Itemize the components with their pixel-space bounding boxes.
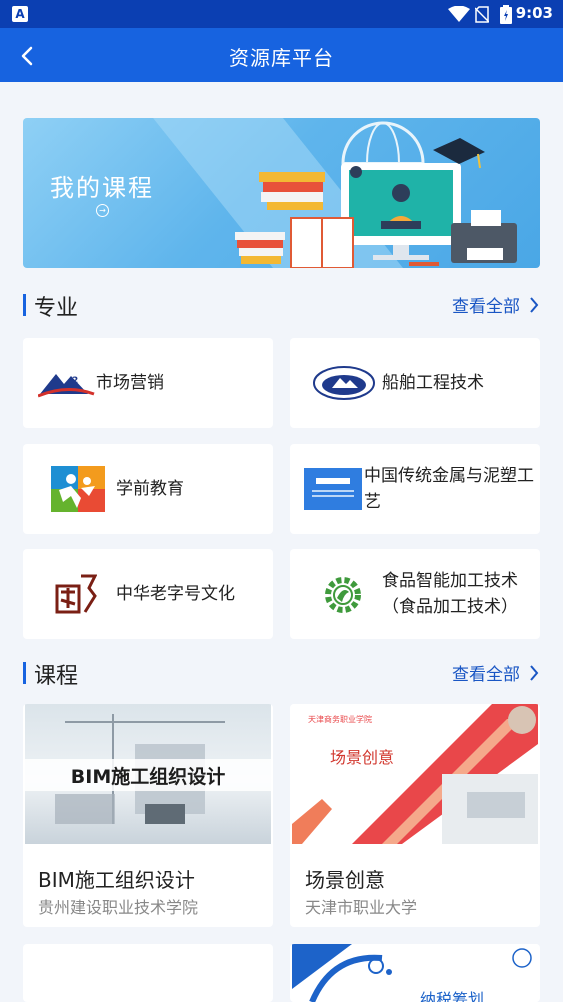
my-courses-banner[interactable]: 我的课程 → (23, 118, 540, 268)
major-card[interactable]: 2 市场营销 (23, 338, 273, 428)
major-name: 中华老字号文化 (116, 584, 235, 604)
course-thumbnail-title: 纳税筹划 (420, 990, 485, 1002)
clock: 9:03 (515, 4, 553, 22)
battery-icon (500, 5, 512, 24)
majors-view-all-link[interactable]: 查看全部 (452, 292, 520, 317)
wifi-icon (448, 6, 470, 22)
chevron-right-icon[interactable] (528, 663, 540, 683)
course-thumbnail: BIM施工组织设计 (25, 704, 271, 844)
section-accent-bar (23, 662, 26, 684)
courses-view-all-link[interactable]: 查看全部 (452, 660, 520, 685)
course-school: 天津市职业大学 (305, 898, 418, 917)
course-name: BIM施工组织设计 (38, 868, 195, 892)
majors-section-title: 专业 (34, 296, 79, 321)
major-name: 市场营销 (96, 373, 164, 393)
majors-section-header: 专业 查看全部 (23, 290, 540, 321)
course-thumbnail-title: BIM施工组织设计 (70, 766, 226, 788)
oval-school-emblem-icon (313, 366, 375, 400)
course-name: 场景创意 (305, 868, 385, 892)
arrow-right-circle-icon: → (96, 204, 109, 217)
seal-character-logo-icon (55, 574, 97, 614)
major-name: 学前教育 (116, 479, 184, 499)
status-bar: A 9:03 (0, 0, 563, 28)
no-sim-icon (475, 6, 489, 23)
courses-section-title: 课程 (34, 664, 79, 689)
major-name: 船舶工程技术 (382, 373, 484, 393)
course-thumbnail: 天津商务职业学院 场景创意 (292, 704, 538, 844)
section-accent-bar (23, 294, 26, 316)
courses-section-header: 课程 查看全部 (23, 658, 540, 689)
major-card[interactable]: 中国传统金属与泥塑工艺 (290, 444, 540, 534)
major-name: 食品智能加工技术（食品加工技术） (382, 571, 518, 617)
major-card[interactable]: 学前教育 (23, 444, 273, 534)
course-thumbnail: 纳税筹划 (292, 944, 538, 1002)
resource-banner-logo-icon (304, 468, 362, 510)
major-name: 中国传统金属与泥塑工艺 (364, 466, 534, 512)
page-title: 资源库平台 (229, 46, 334, 70)
main-content: 我的课程 → 专业 查看全部 2 市场营销 船舶工程技术 学前教育 中国传统金属… (0, 82, 563, 1002)
course-thumbnail-title: 场景创意 (330, 748, 395, 767)
course-school: 贵州建设职业技术学院 (38, 898, 199, 917)
course-card[interactable]: 天津商务职业学院 场景创意 场景创意 天津市职业大学 (290, 704, 540, 927)
course-thumbnail-school: 天津商务职业学院 (308, 715, 372, 724)
app-bar: 资源库平台 (0, 28, 563, 82)
mountain-logo-icon: 2 (38, 374, 95, 398)
banner-title: 我的课程 (50, 174, 154, 202)
tax-planning-illustration (292, 944, 532, 1002)
svg-text:2: 2 (72, 376, 78, 386)
chevron-right-icon[interactable] (528, 295, 540, 315)
scene-illustration (292, 704, 538, 844)
course-card[interactable]: BIM施工组织设计 BIM施工组织设计 贵州建设职业技术学院 (23, 704, 273, 927)
major-card[interactable]: 食品智能加工技术（食品加工技术） (290, 549, 540, 639)
course-card[interactable] (23, 944, 273, 1002)
course-card[interactable]: 纳税筹划 (290, 944, 540, 1002)
gear-leaf-logo-icon (325, 577, 361, 613)
app-notification-icon: A (12, 6, 28, 22)
children-logo-icon (51, 466, 105, 512)
major-card[interactable]: 船舶工程技术 (290, 338, 540, 428)
major-card[interactable]: 中华老字号文化 (23, 549, 273, 639)
